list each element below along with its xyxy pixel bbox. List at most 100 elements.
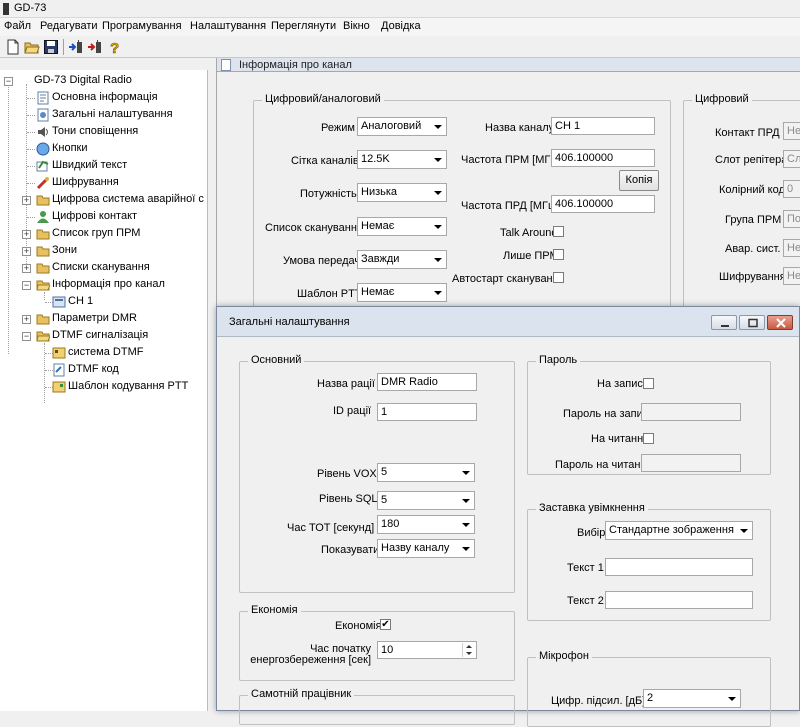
group-title: Основний [248,354,305,366]
radio-id-input[interactable]: 1 [377,403,477,421]
tx-frequency-input[interactable]: 406.100000 [551,195,655,213]
open-folder-icon[interactable] [24,39,40,55]
minimize-button[interactable] [711,315,737,330]
menu-edit[interactable]: Редагувати [40,20,98,32]
expand-icon[interactable]: + [22,196,31,205]
emergency-system-select[interactable]: Нем [783,239,800,257]
tree-item-channel-info[interactable]: − Інформація про канал [0,277,207,293]
tree-root[interactable]: − GD-73 Digital Radio [0,73,207,89]
tree-item-digital-emergency[interactable]: + Цифрова система аварійної с [0,192,207,208]
close-button[interactable] [767,315,793,330]
channel-name-input[interactable]: CH 1 [551,117,655,135]
expand-icon[interactable]: + [22,315,31,324]
tree-item-zones[interactable]: + Зони [0,243,207,259]
tree-item-dtmf-signaling[interactable]: − DTMF сигналізація [0,328,207,344]
collapse-icon[interactable]: − [22,281,31,290]
tree-item-encryption[interactable]: Шифрування [0,175,207,191]
encryption-select[interactable]: Нем [783,267,800,285]
tx-condition-value: Завжди [361,253,400,265]
tree-item-label: DTMF сигналізація [52,329,149,341]
tree-item-label: Тони сповіщення [52,125,139,137]
rx-group-select[interactable]: Пот [783,210,800,228]
tree-line [27,149,35,150]
mode-select[interactable]: Аналоговий [357,117,447,136]
tree-item-label: Списки сканування [52,261,150,273]
write-password-input[interactable] [641,403,741,421]
tx-contact-select[interactable]: Нем [783,122,800,140]
read-password-input[interactable] [641,454,741,472]
speaker-icon [38,127,48,137]
read-protect-checkbox[interactable] [643,433,654,444]
auto-scan-checkbox[interactable] [553,272,564,283]
tree-item-scan-lists[interactable]: + Списки сканування [0,260,207,276]
menu-help[interactable]: Довідка [381,20,421,32]
text1-input[interactable] [605,558,753,576]
tree-item-dtmf-system[interactable]: система DTMF [0,345,207,361]
talk-around-checkbox[interactable] [553,226,564,237]
window-title-bar[interactable]: Загальні налаштування [217,307,799,337]
radio-name-input[interactable]: DMR Radio [377,373,477,391]
tot-time-select[interactable]: 180 [377,515,475,534]
help-icon[interactable]: ? [106,39,122,55]
tree-item-basic-info[interactable]: Основна інформація [0,90,207,106]
menu-window[interactable]: Вікно [343,20,370,32]
scan-list-select[interactable]: Немає [357,217,447,236]
menu-program[interactable]: Програмування [102,20,182,32]
mic-gain-select[interactable]: 2 [643,689,741,708]
tree-item-label: Кнопки [52,142,88,154]
power-select[interactable]: Низька [357,183,447,202]
read-radio-icon[interactable] [68,39,84,55]
text2-input[interactable] [605,591,753,609]
tree-item-digital-contacts[interactable]: Цифрові контакт [0,209,207,225]
ptt-template-select[interactable]: Немає [357,283,447,302]
economy-start-input[interactable]: 10 [377,641,477,659]
chevron-down-icon [736,523,751,538]
lone-worker-group: Самотній працівник [239,688,515,725]
rx-only-checkbox[interactable] [553,249,564,260]
menu-view[interactable]: Переглянути [271,20,336,32]
tree-item-dtmf-code[interactable]: DTMF код [0,362,207,378]
tree-item-ch1[interactable]: CH 1 [0,294,207,310]
rx-frequency-input[interactable]: 406.100000 [551,149,655,167]
menu-settings[interactable]: Налаштування [190,20,266,32]
expand-icon[interactable]: + [22,247,31,256]
tx-condition-select[interactable]: Завжди [357,250,447,269]
folder-icon [36,263,50,274]
tree-item-rx-group-list[interactable]: + Список груп ПРМ [0,226,207,242]
repeater-slot-select[interactable]: Слот [783,150,800,168]
tree-item-dmr-parameters[interactable]: + Параметри DMR [0,311,207,327]
expand-icon[interactable]: + [22,230,31,239]
tree-item-alert-tones[interactable]: Тони сповіщення [0,124,207,140]
vox-level-select[interactable]: 5 [377,463,475,482]
tree-root-label: GD-73 Digital Radio [34,74,132,86]
power-label: Потужність [300,188,357,200]
copy-button[interactable]: Копія [619,170,659,191]
button-icon [36,142,50,156]
tree-item-ptt-template[interactable]: Шаблон кодування PTT [0,379,207,395]
new-file-icon[interactable] [5,39,21,55]
write-protect-checkbox[interactable] [643,378,654,389]
radio-id-label: ID рації [333,405,372,417]
minimize-icon [721,325,729,327]
group-title: Заставка увімкнення [536,502,648,514]
color-code-input[interactable]: 0 [783,180,800,198]
tree-item-general-settings[interactable]: Загальні налаштування [0,107,207,123]
save-icon[interactable] [43,39,59,55]
display-select[interactable]: Назву каналу [377,539,475,558]
tree-item-buttons[interactable]: Кнопки [0,141,207,157]
menu-file[interactable]: Файл [4,20,31,32]
sql-level-select[interactable]: 5 [377,491,475,510]
spacing-select[interactable]: 12.5K [357,150,447,169]
splash-choice-select[interactable]: Стандартне зображення [605,521,753,540]
spinner-arrows-icon[interactable] [462,643,475,657]
vox-level-label: Рівень VOX [317,468,377,480]
expand-icon[interactable]: + [22,264,31,273]
maximize-button[interactable] [739,315,765,330]
mic-gain-label: Цифр. підсил. [дБ] [551,695,646,707]
collapse-icon[interactable]: − [4,77,13,86]
chevron-down-icon [430,219,445,234]
write-radio-icon[interactable] [87,39,103,55]
collapse-icon[interactable]: − [22,332,31,341]
tree-item-quick-text[interactable]: Швидкий текст [0,158,207,174]
economy-checkbox[interactable]: ✔ [380,619,391,630]
